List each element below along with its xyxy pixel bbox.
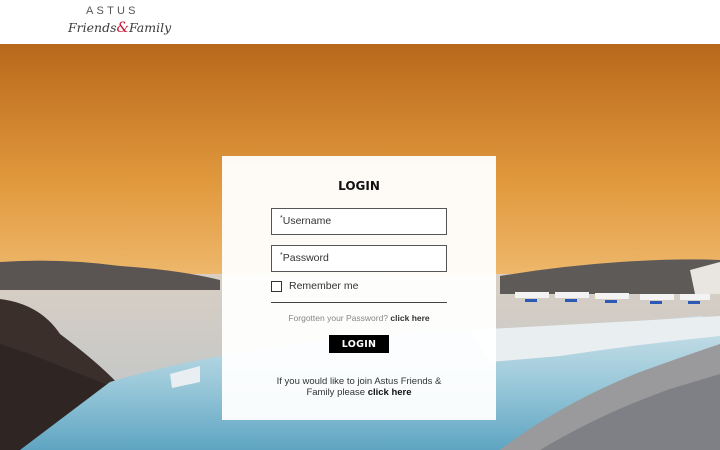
forgot-password-prompt: Forgotten your Password?	[288, 313, 389, 323]
join-text-line2: Family please	[306, 387, 366, 398]
logo-ampersand: &	[116, 20, 129, 36]
logo-part-family: Family	[128, 20, 172, 35]
astus-logo[interactable]: ASTUS Friends&Family	[68, 5, 171, 39]
logo-tagline: Friends&Family	[68, 20, 171, 36]
site-header: ASTUS Friends&Family	[0, 0, 720, 44]
username-input[interactable]	[271, 208, 447, 235]
join-link[interactable]: click here	[368, 387, 412, 398]
forgot-password-text: Forgotten your Password? click here	[222, 313, 496, 323]
password-input[interactable]	[271, 245, 447, 272]
remember-me-checkbox[interactable]	[271, 281, 282, 292]
join-text: If you would like to join Astus Friends …	[222, 376, 496, 398]
forgot-password-link[interactable]: click here	[390, 313, 429, 323]
login-button[interactable]: LOGIN	[329, 335, 389, 353]
username-field-wrapper: *Username	[271, 208, 447, 235]
password-field-wrapper: *Password	[271, 245, 447, 272]
join-text-line1: If you would like to join Astus Friends …	[276, 376, 442, 387]
logo-wordmark: ASTUS	[86, 5, 139, 17]
login-card: LOGIN *Username *Password Remember me Fo…	[222, 156, 496, 420]
form-divider	[271, 302, 447, 303]
remember-me-label[interactable]: Remember me	[289, 280, 358, 292]
login-title: LOGIN	[338, 179, 380, 193]
logo-part-friends: Friends	[68, 20, 117, 35]
